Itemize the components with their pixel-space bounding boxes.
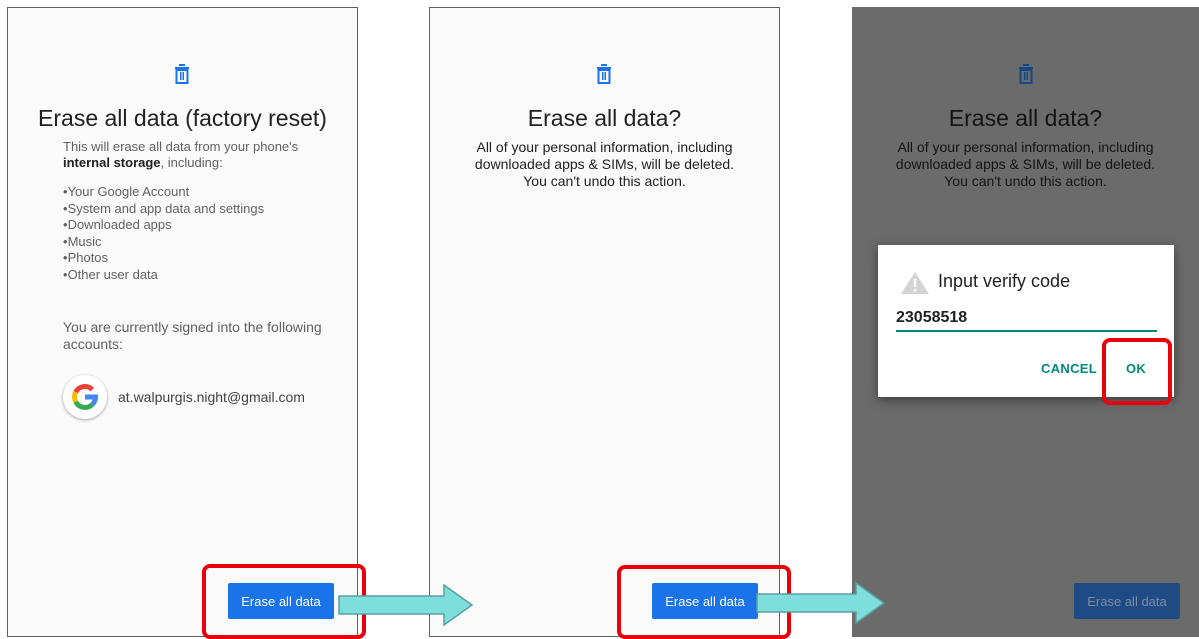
erase-item-list: Your Google Account System and app data … xyxy=(63,184,265,284)
trash-icon xyxy=(597,64,611,84)
list-item: Downloaded apps xyxy=(63,217,264,234)
screen-factory-reset: Erase all data (factory reset) This will… xyxy=(7,7,358,637)
erase-warning-text: All of your personal information, includ… xyxy=(474,139,735,189)
account-avatar xyxy=(63,375,107,419)
trash-icon xyxy=(1019,64,1033,84)
arrow-right-icon xyxy=(338,584,474,626)
cancel-button[interactable]: CANCEL xyxy=(1041,361,1097,376)
list-item: Other user data xyxy=(63,267,264,284)
page-title: Erase all data (factory reset) xyxy=(38,105,327,131)
list-item: System and app data and settings xyxy=(63,201,265,218)
erase-warning-text: All of your personal information, includ… xyxy=(895,139,1156,189)
google-icon xyxy=(72,384,98,410)
dialog-title: Input verify code xyxy=(938,271,1071,291)
warning-icon xyxy=(901,272,929,294)
highlight-ok-button xyxy=(1102,338,1172,405)
account-email: at.walpurgis.night@gmail.com xyxy=(118,389,305,405)
list-item: Photos xyxy=(63,250,264,267)
accounts-description: You are currently signed into the follow… xyxy=(63,319,322,352)
page-title: Erase all data? xyxy=(948,105,1103,131)
erase-all-data-button[interactable]: Erase all data xyxy=(1074,583,1180,619)
verify-code-input[interactable] xyxy=(896,308,1157,332)
list-item: Your Google Account xyxy=(63,184,264,201)
arrow-right-icon xyxy=(756,582,886,624)
page-title: Erase all data? xyxy=(527,105,682,131)
internal-storage-label: internal storage xyxy=(63,155,161,170)
trash-icon xyxy=(175,64,189,84)
screen-erase-confirm: Erase all data? All of your personal inf… xyxy=(429,7,780,637)
list-item: Music xyxy=(63,234,264,251)
erase-description: This will erase all data from your phone… xyxy=(63,139,299,170)
screen-verify-code: Erase all data? All of your personal inf… xyxy=(852,7,1199,637)
